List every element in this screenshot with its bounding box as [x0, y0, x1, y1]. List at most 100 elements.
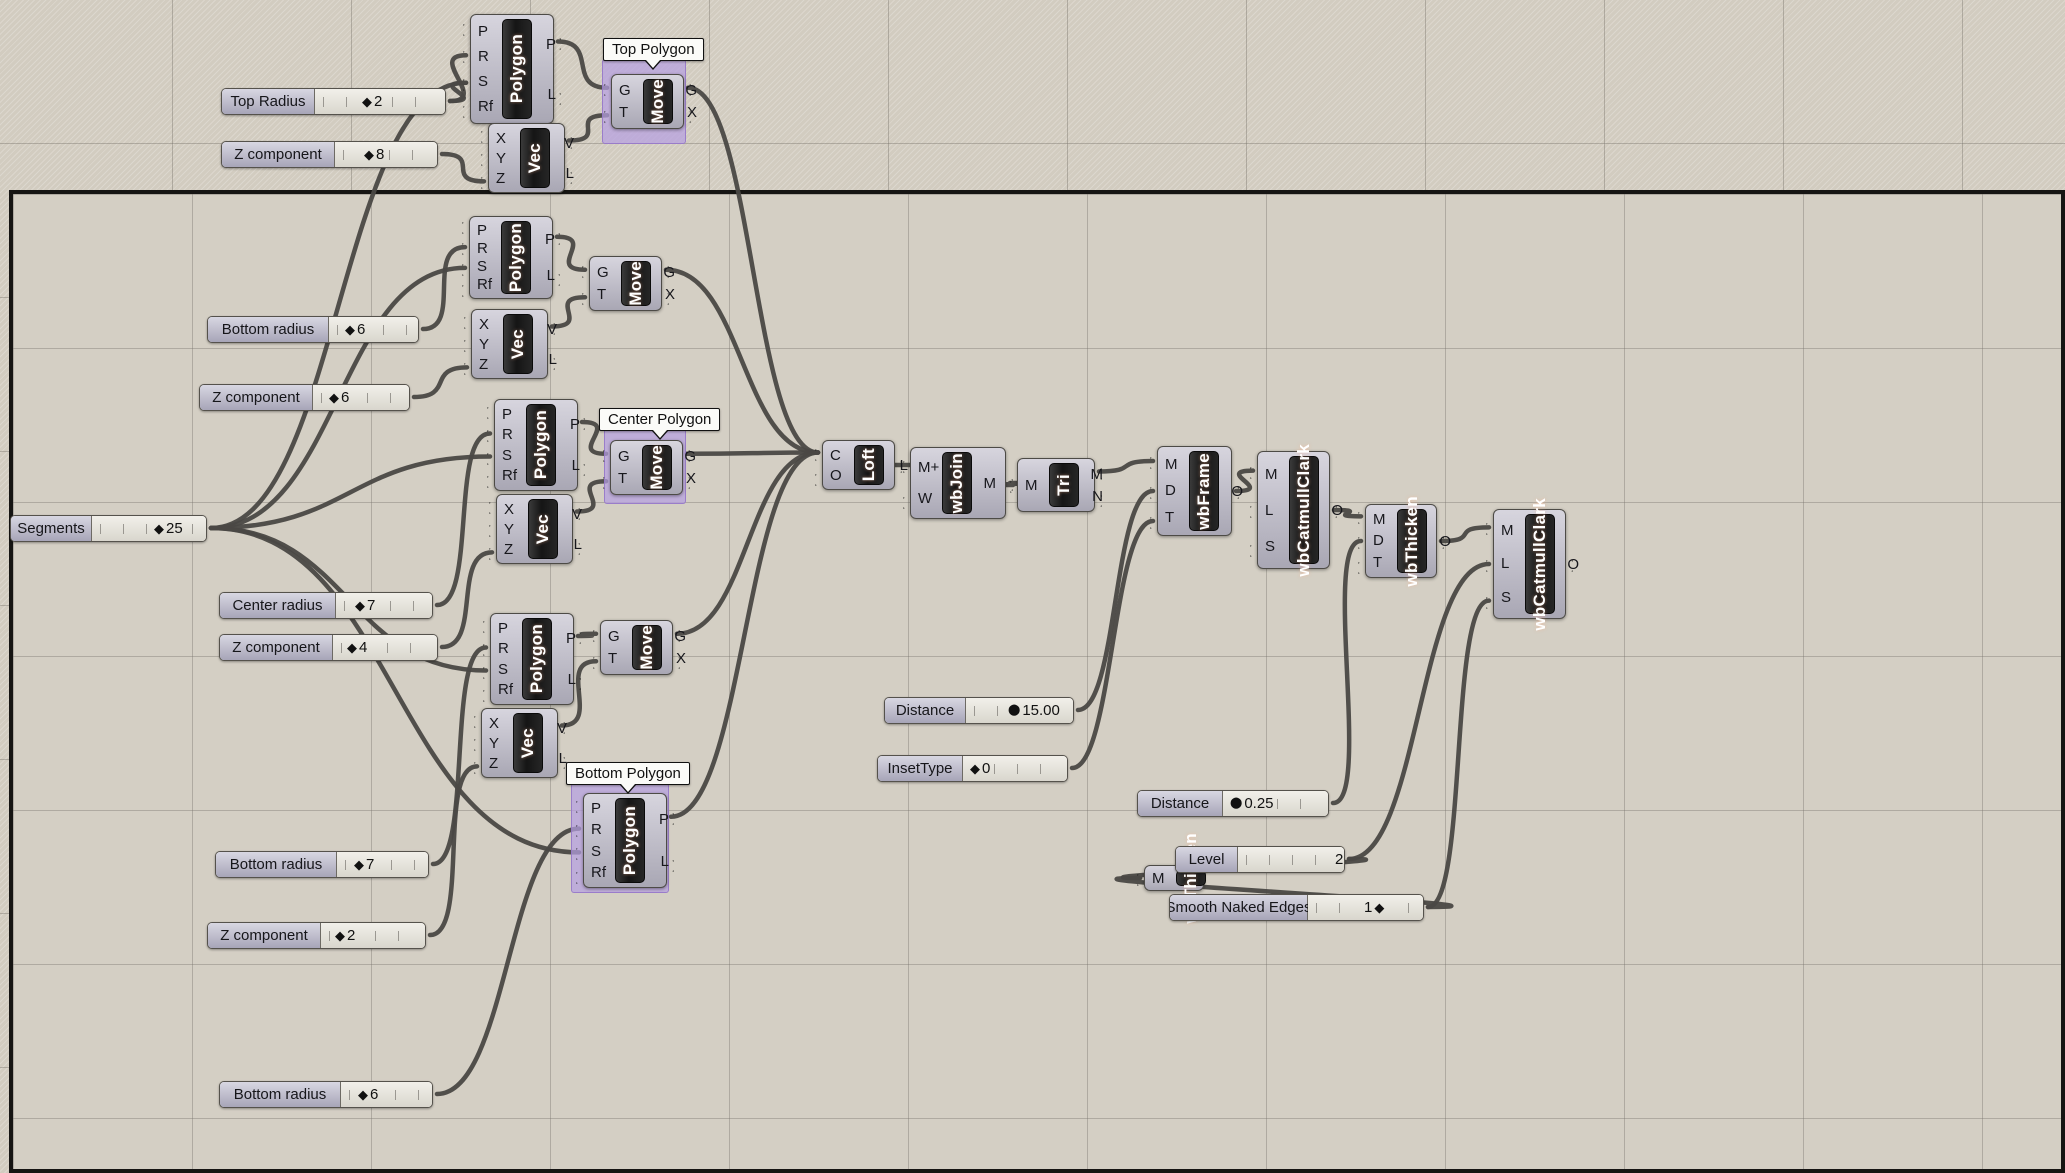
component-body[interactable]: Polygon	[615, 798, 645, 883]
slider-value-handle[interactable]: ◆4	[345, 635, 369, 660]
component-polygon-bottom3[interactable]: PRSRfPolygonPL	[583, 793, 667, 888]
slider-z-component-top[interactable]: Z component◆8	[221, 141, 438, 168]
output-port-l[interactable]	[568, 542, 580, 554]
input-port-y[interactable]	[481, 153, 493, 165]
slider-label[interactable]: Center radius	[220, 593, 336, 618]
diamond-handle-icon[interactable]: ◆	[335, 929, 345, 942]
input-port-p[interactable]	[487, 406, 499, 418]
component-body[interactable]: Move	[621, 261, 651, 306]
output-port-x[interactable]	[678, 476, 690, 488]
input-port-g[interactable]	[593, 629, 605, 641]
input-port-t[interactable]	[604, 110, 616, 122]
input-port-d[interactable]	[1358, 536, 1370, 548]
component-vec-top[interactable]: XYZVecVL	[488, 123, 565, 193]
output-port-p[interactable]	[573, 417, 585, 429]
output-port-o[interactable]	[1432, 536, 1444, 548]
slider-value-handle[interactable]: 1◆	[1362, 895, 1386, 920]
slider-track[interactable]: ◆0	[963, 756, 1067, 781]
slider-label[interactable]: Z component	[222, 142, 335, 167]
component-body[interactable]: wbCatmullClark	[1289, 456, 1319, 564]
slider-label[interactable]: Top Radius	[222, 89, 315, 114]
component-wbjoin[interactable]: M+WwbJoinM	[910, 447, 1006, 519]
input-port-m[interactable]	[1137, 873, 1149, 885]
diamond-handle-icon[interactable]: ◆	[970, 762, 980, 775]
input-port-c[interactable]	[815, 448, 827, 460]
input-port-s[interactable]	[1486, 596, 1498, 608]
component-body[interactable]: wbJoin	[942, 452, 972, 514]
slider-label[interactable]: Segments	[11, 516, 92, 541]
output-port-l[interactable]	[549, 92, 561, 104]
output-port-p[interactable]	[569, 631, 581, 643]
output-port-o[interactable]	[1561, 559, 1573, 571]
input-port-r[interactable]	[462, 242, 474, 254]
slider-bottom-radius-2[interactable]: Bottom radius◆7	[215, 851, 429, 878]
input-port-z[interactable]	[481, 176, 493, 188]
slider-value-handle[interactable]: ◆0	[968, 756, 992, 781]
input-port-g[interactable]	[604, 83, 616, 95]
slider-label[interactable]: Level	[1176, 847, 1238, 872]
diamond-handle-icon[interactable]: ◆	[355, 599, 365, 612]
slider-output-port[interactable]	[428, 600, 433, 612]
component-wbcatmullclark2[interactable]: MLSwbCatmullClarkO	[1493, 509, 1566, 619]
input-port-r[interactable]	[487, 429, 499, 441]
slider-segments[interactable]: Segments◆25	[10, 515, 207, 542]
group-label[interactable]: Bottom Polygon	[566, 762, 690, 785]
component-body[interactable]: wbFrame	[1189, 451, 1219, 531]
input-port-z[interactable]	[464, 362, 476, 374]
component-loft[interactable]: COLoftL	[822, 440, 895, 490]
slider-output-port[interactable]	[424, 859, 429, 871]
output-port-g[interactable]	[678, 449, 690, 461]
input-port-rf[interactable]	[462, 284, 474, 296]
input-port-x[interactable]	[464, 316, 476, 328]
input-port-z[interactable]	[489, 547, 501, 559]
slider-track[interactable]: ◆6	[341, 1082, 432, 1107]
component-move-bottom[interactable]: GTMoveGX	[600, 620, 673, 675]
input-port-m[interactable]	[1250, 466, 1262, 478]
slider-value-handle[interactable]: ⬤0.25	[1228, 791, 1276, 816]
output-port-l[interactable]	[662, 859, 674, 871]
component-wbthicken[interactable]: MDTwbThickenO	[1365, 504, 1437, 578]
slider-track[interactable]: ◆2	[321, 923, 425, 948]
output-port-x[interactable]	[657, 292, 669, 304]
input-port-m[interactable]	[1150, 456, 1162, 468]
input-port-t[interactable]	[603, 476, 615, 488]
slider-distance-loft[interactable]: Distance⬤15.00	[884, 697, 1074, 724]
input-port-r[interactable]	[463, 50, 475, 62]
input-port-rf[interactable]	[483, 689, 495, 701]
component-move-1[interactable]: GTMoveGX	[589, 256, 662, 311]
slider-output-port[interactable]	[421, 930, 426, 942]
group-label[interactable]: Top Polygon	[603, 38, 704, 61]
input-port-y[interactable]	[474, 738, 486, 750]
output-port-v[interactable]	[543, 322, 555, 334]
component-polygon-top[interactable]: PRSRfPolygonPL	[470, 14, 554, 124]
slider-bottom-radius-3[interactable]: Bottom radius◆6	[219, 1081, 433, 1108]
output-port-v[interactable]	[568, 507, 580, 519]
input-port-m[interactable]	[1486, 522, 1498, 534]
slider-label[interactable]: Z component	[200, 385, 313, 410]
slider-output-port[interactable]	[433, 642, 438, 654]
component-body[interactable]: wbCatmullClark	[1525, 514, 1555, 614]
slider-label[interactable]: Z component	[208, 923, 321, 948]
diamond-handle-icon[interactable]: ◆	[154, 522, 164, 535]
component-body[interactable]: Move	[643, 79, 673, 124]
component-body[interactable]: Loft	[854, 445, 884, 485]
component-move-center[interactable]: GTMoveGX	[610, 440, 683, 495]
slider-value-handle[interactable]: ◆6	[327, 385, 351, 410]
slider-output-port[interactable]	[405, 392, 410, 404]
diamond-handle-icon[interactable]: ◆	[354, 858, 364, 871]
component-body[interactable]: Vec	[503, 314, 533, 374]
slider-track[interactable]: ◆6	[313, 385, 409, 410]
input-port-s[interactable]	[576, 847, 588, 859]
output-port-l[interactable]	[548, 273, 560, 285]
grasshopper-canvas[interactable]: PRSRfPolygonPLXYZVecVLGTMoveGXPRSRfPolyg…	[0, 0, 2065, 1173]
slider-value-handle[interactable]: ◆6	[356, 1082, 380, 1107]
output-port-x[interactable]	[668, 656, 680, 668]
slider-label[interactable]: Z component	[220, 635, 333, 660]
slider-z-component-3[interactable]: Z component◆2	[207, 922, 426, 949]
component-body[interactable]: Polygon	[501, 221, 531, 294]
slider-label[interactable]: Bottom radius	[208, 317, 329, 342]
input-port-x[interactable]	[481, 130, 493, 142]
input-port-t[interactable]	[593, 656, 605, 668]
input-port-rf[interactable]	[463, 105, 475, 117]
output-port-l[interactable]	[553, 756, 565, 768]
